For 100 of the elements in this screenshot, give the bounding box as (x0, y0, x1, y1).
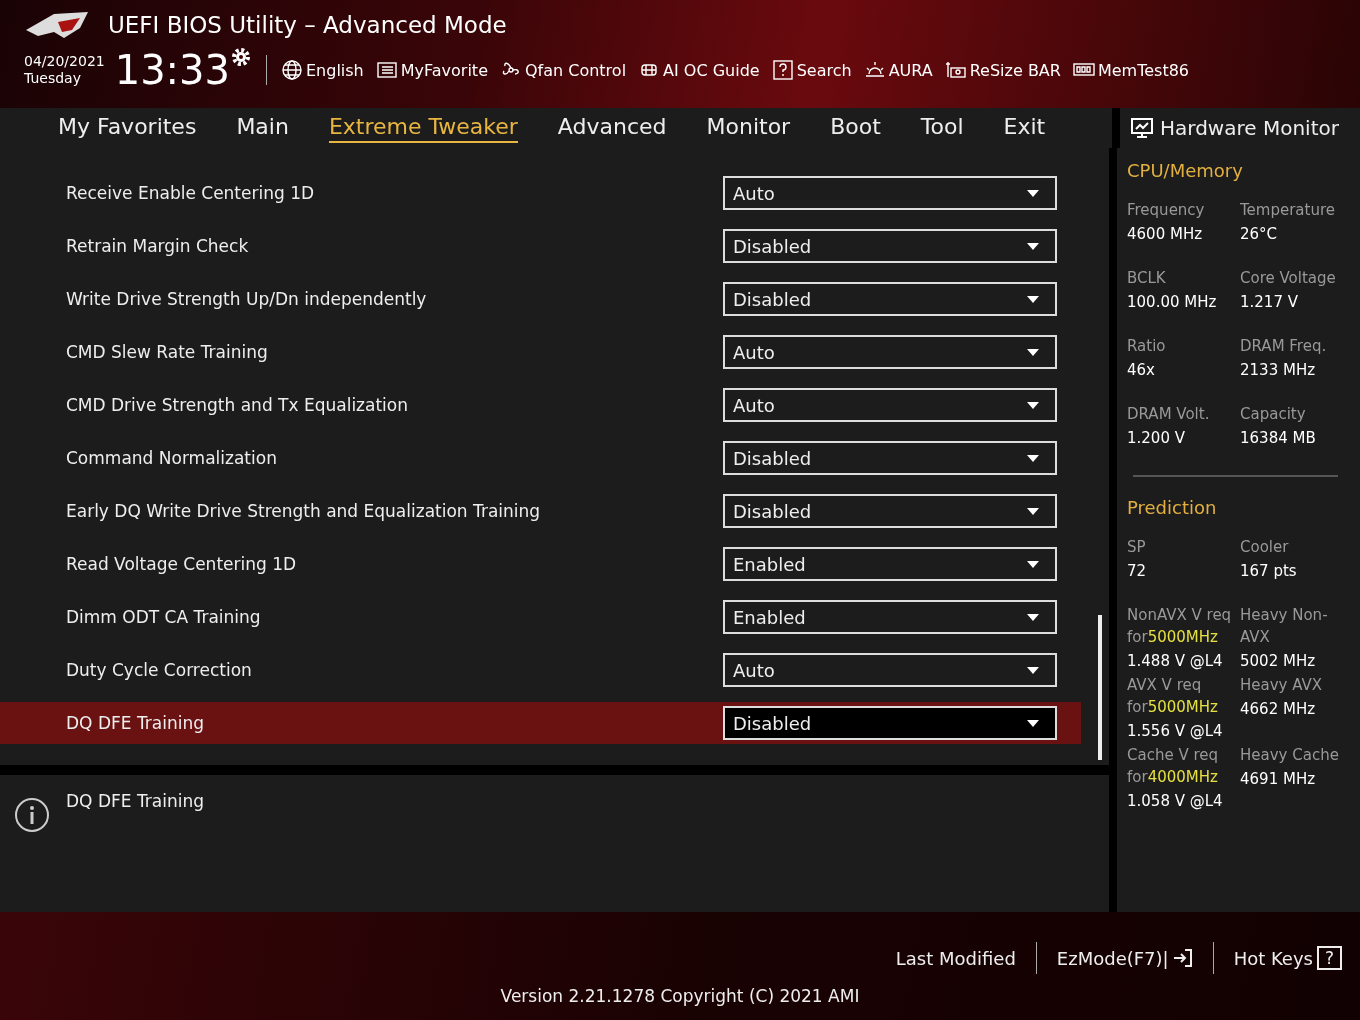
menu-tab[interactable]: Tool (920, 113, 964, 143)
menu-tab[interactable]: Advanced (557, 113, 667, 143)
caret-icon (1027, 666, 1039, 674)
toolbar-button[interactable]: English (281, 60, 364, 80)
setting-row[interactable]: Dimm ODT CA Training Enabled (0, 596, 1081, 638)
sun-icon (863, 60, 886, 80)
caret-icon (1027, 507, 1039, 515)
caret-icon (1027, 348, 1039, 356)
menu-tab[interactable]: Exit (1003, 113, 1046, 143)
toolbar-button[interactable]: AURA (863, 60, 933, 80)
card-icon (944, 60, 967, 80)
monitor-label: BCLK (1127, 268, 1167, 289)
setting-row[interactable]: CMD Drive Strength and Tx Equalization Auto (0, 384, 1081, 426)
exit-icon (1172, 948, 1193, 968)
monitor-label: DRAM Freq. (1240, 336, 1328, 357)
list-icon (375, 60, 398, 80)
hot-keys-button[interactable]: Hot Keys ? (1233, 946, 1342, 970)
section-title: Prediction (1127, 497, 1218, 518)
weekday-text: Tuesday (24, 70, 82, 87)
last-modified-button[interactable]: Last Modified (895, 947, 1016, 969)
monitor-value: 1.200 V (1127, 428, 1186, 449)
dropdown[interactable]: Disabled (723, 282, 1057, 316)
menu-tab[interactable]: My Favorites (58, 113, 197, 143)
help-text: DQ DFE Training (66, 791, 204, 811)
time-text: 13:33 (114, 48, 230, 92)
setting-row[interactable]: CMD Slew Rate Training Auto (0, 331, 1081, 373)
monitor-label: Heavy AVX (1240, 675, 1324, 696)
dropdown[interactable]: Auto (723, 388, 1057, 422)
caret-icon (1027, 295, 1039, 303)
monitor-value: 5002 MHz (1240, 651, 1317, 672)
monitor-label: Temperature (1240, 200, 1337, 221)
setting-row[interactable]: Early DQ Write Drive Strength and Equalization Training Disabled (0, 490, 1081, 532)
setting-row[interactable]: Read Voltage Centering 1D Enabled (0, 543, 1081, 585)
setting-row[interactable]: Receive Enable Centering 1D Auto (0, 172, 1081, 214)
monitor-label: Cache V req for4000MHz (1127, 745, 1220, 788)
caret-icon (1027, 242, 1039, 250)
date-text: 04/20/2021 (24, 53, 105, 70)
dropdown[interactable]: Disabled (723, 441, 1057, 475)
monitor-label: SP (1127, 537, 1147, 558)
monitor-value: 26°C (1240, 224, 1279, 245)
caret-icon (1027, 613, 1039, 621)
dropdown[interactable]: Disabled (723, 706, 1057, 740)
toolbar-button[interactable]: AI OC Guide (638, 60, 760, 80)
menu-tab[interactable]: Boot (830, 113, 881, 143)
caret-icon (1027, 189, 1039, 197)
scrollbar[interactable] (1098, 615, 1102, 760)
dropdown[interactable]: Auto (723, 335, 1057, 369)
dropdown[interactable]: Enabled (723, 547, 1057, 581)
help-icon (771, 60, 794, 80)
monitor-label: Heavy Cache (1240, 745, 1340, 766)
section-title: CPU/Memory (1127, 160, 1244, 181)
monitor-value: 1.058 V @L4 (1127, 791, 1224, 812)
toolbar-button[interactable]: MyFavorite (375, 60, 488, 80)
monitor-label: Capacity (1240, 404, 1307, 425)
monitor-value: 1.556 V @L4 (1127, 721, 1224, 742)
setting-row[interactable]: Command Normalization Disabled (0, 437, 1081, 479)
setting-row[interactable]: Retrain Margin Check Disabled (0, 225, 1081, 267)
version-text: Version 2.21.1278 Copyright (C) 2021 AMI (500, 986, 860, 1006)
menu-tab[interactable]: Main (236, 113, 289, 143)
monitor-value: 4600 MHz (1127, 224, 1204, 245)
monitor-icon (1130, 117, 1154, 139)
dropdown[interactable]: Disabled (723, 494, 1057, 528)
toolbar-button[interactable]: Search (771, 60, 852, 80)
globe-icon (281, 60, 303, 80)
menu-tab[interactable]: Monitor (706, 113, 791, 143)
monitor-value: 4662 MHz (1240, 699, 1317, 720)
caret-icon (1027, 401, 1039, 409)
monitor-value: 1.217 V (1240, 292, 1299, 313)
toolbar-button[interactable]: MemTest86 (1072, 60, 1190, 80)
monitor-label: Core Voltage (1240, 268, 1337, 289)
monitor-value: 167 pts (1240, 561, 1298, 582)
monitor-value: 2133 MHz (1240, 360, 1317, 381)
monitor-value: 1.488 V @L4 (1127, 651, 1224, 672)
monitor-label: DRAM Volt. (1127, 404, 1211, 425)
info-icon (14, 797, 50, 833)
settings-icon[interactable] (230, 46, 252, 68)
setting-row-highlight[interactable]: DQ DFE Training Disabled (0, 702, 1081, 744)
window-title: UEFI BIOS Utility – Advanced Mode (108, 12, 507, 38)
dropdown[interactable]: Disabled (723, 229, 1057, 263)
monitor-value: 4691 MHz (1240, 769, 1317, 790)
ezmode-button[interactable]: EzMode(F7)| (1056, 947, 1193, 969)
logo-icon (24, 10, 90, 40)
caret-icon (1027, 560, 1039, 568)
dropdown[interactable]: Enabled (723, 600, 1057, 634)
setting-row[interactable]: Duty Cycle Correction Auto (0, 649, 1081, 691)
dropdown[interactable]: Auto (723, 653, 1057, 687)
caret-icon (1027, 719, 1039, 727)
monitor-label: Frequency (1127, 200, 1206, 221)
monitor-value: 72 (1127, 561, 1148, 582)
monitor-value: 46x (1127, 360, 1156, 381)
setting-row[interactable]: Write Drive Strength Up/Dn independently Disabled (0, 278, 1081, 320)
monitor-label: Cooler (1240, 537, 1290, 558)
monitor-value: 16384 MB (1240, 428, 1317, 449)
menu-tab[interactable]: Extreme Tweaker (328, 113, 518, 143)
toolbar-button[interactable]: Qfan Control (500, 60, 627, 80)
dropdown[interactable]: Auto (723, 176, 1057, 210)
caret-icon (1027, 454, 1039, 462)
monitor-label: Heavy Non-AVX (1240, 605, 1329, 648)
toolbar-button[interactable]: ReSize BAR (944, 60, 1061, 80)
monitor-label: NonAVX V req for5000MHz (1127, 605, 1233, 648)
